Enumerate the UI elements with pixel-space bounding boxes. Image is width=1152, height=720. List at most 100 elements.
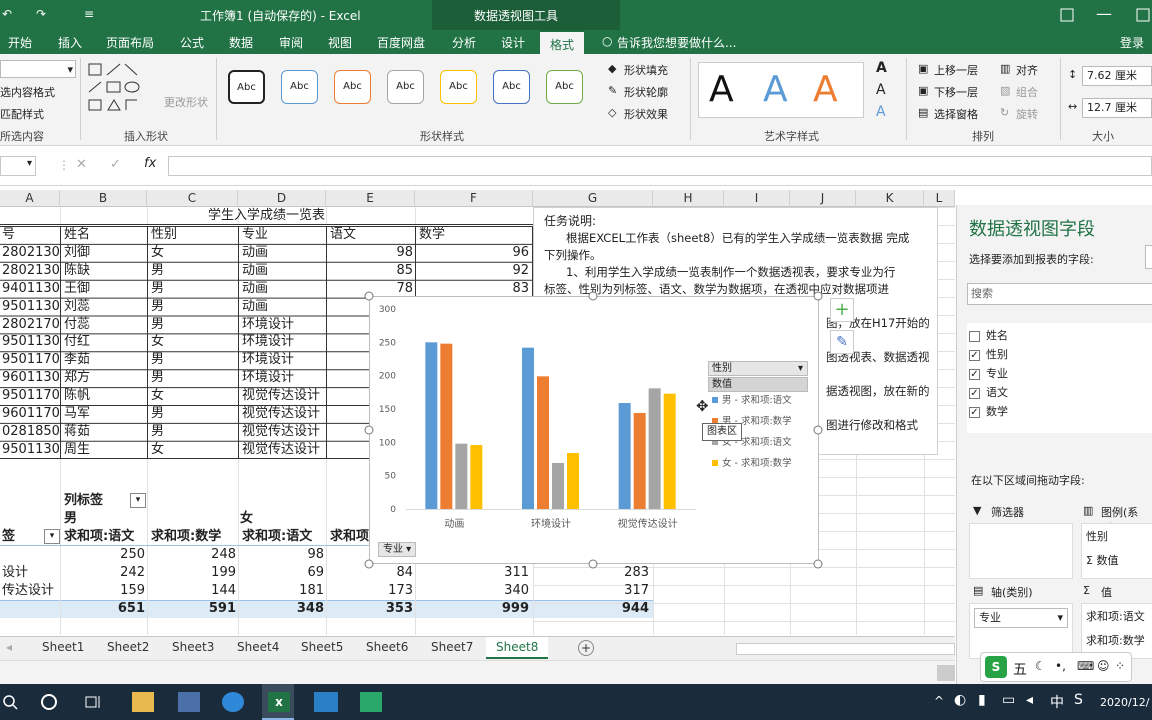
add-sheet-icon[interactable]: +: [578, 640, 594, 656]
wordart-gallery[interactable]: A A A: [698, 62, 864, 118]
col-header-d[interactable]: D: [238, 190, 326, 207]
bring-forward-button[interactable]: 上移一层: [934, 62, 978, 78]
tab-view[interactable]: 视图: [328, 34, 352, 51]
pivot-value-cell[interactable]: 651: [62, 600, 147, 618]
table-cell[interactable]: 95011700: [0, 387, 60, 405]
legend-item-values[interactable]: Σ 数值: [1086, 552, 1118, 568]
table-header-cell[interactable]: 性别: [149, 226, 238, 244]
chart-elements-plus-icon[interactable]: +: [830, 298, 854, 322]
shape-effects-button[interactable]: 形状效果: [624, 106, 668, 122]
pivot-value-cell[interactable]: 242: [62, 564, 147, 582]
col-header-e[interactable]: E: [326, 190, 415, 207]
shape-style-6[interactable]: Abc: [493, 70, 530, 104]
table-cell[interactable]: 男: [149, 298, 238, 316]
sheet-tab-2[interactable]: Sheet2: [107, 640, 149, 654]
scroll-tabs-icon[interactable]: ◂: [6, 640, 12, 654]
punct-icon[interactable]: •,: [1055, 659, 1066, 673]
app-icon-1[interactable]: [314, 692, 338, 712]
group-button[interactable]: 组合: [1016, 84, 1038, 100]
shape-style-5[interactable]: Abc: [440, 70, 477, 104]
app-icon-2[interactable]: [360, 692, 382, 712]
shape-outline-button[interactable]: 形状轮廓: [624, 84, 668, 100]
table-cell[interactable]: 男: [149, 280, 238, 298]
table-cell[interactable]: 96: [417, 244, 531, 262]
pivot-row-label-cell[interactable]: [0, 546, 4, 564]
tray-app-icon[interactable]: ◐: [954, 692, 966, 708]
table-cell[interactable]: 视觉传达设计: [240, 387, 326, 405]
tray-display-icon[interactable]: ▭: [1002, 692, 1015, 708]
legend-drop-area[interactable]: 性别 Σ 数值: [1081, 523, 1152, 579]
col-filter-button[interactable]: ▾: [130, 493, 146, 508]
pivot-value-cell[interactable]: 317: [535, 582, 651, 600]
ime-mode-icon[interactable]: 五: [1013, 659, 1027, 679]
shape-style-4[interactable]: Abc: [387, 70, 424, 104]
undo-icon[interactable]: ↶: [2, 7, 12, 21]
change-shape-button[interactable]: 更改形状: [164, 94, 208, 110]
pane-settings-button[interactable]: [1145, 245, 1152, 269]
tab-page-layout[interactable]: 页面布局: [106, 34, 154, 51]
table-cell[interactable]: 动画: [240, 298, 326, 316]
table-cell[interactable]: 95011306: [0, 298, 60, 316]
table-cell[interactable]: 视觉传达设计: [240, 405, 326, 423]
wordart-style-2[interactable]: A: [763, 69, 788, 110]
pivot-value-cell[interactable]: 353: [328, 600, 415, 618]
table-cell[interactable]: 28021701: [0, 316, 60, 334]
view-normal-icon[interactable]: [937, 665, 955, 681]
text-fill-icon[interactable]: A: [876, 60, 887, 76]
table-cell[interactable]: 96011701: [0, 405, 60, 423]
legend-item-gender[interactable]: 性别: [1086, 528, 1108, 544]
pivot-value-cell[interactable]: 944: [535, 600, 651, 618]
table-cell[interactable]: 男: [149, 423, 238, 441]
table-cell[interactable]: 环境设计: [240, 369, 326, 387]
table-cell[interactable]: 付蕊: [62, 316, 147, 334]
col-header-l[interactable]: L: [924, 190, 955, 207]
table-cell[interactable]: 环境设计: [240, 316, 326, 334]
table-cell[interactable]: 女: [149, 333, 238, 351]
pivot-value-cell[interactable]: 181: [240, 582, 326, 600]
ribbon-display-icon[interactable]: [1060, 8, 1074, 22]
shape-height-input[interactable]: 7.62 厘米: [1082, 66, 1152, 86]
send-backward-button[interactable]: 下移一层: [934, 84, 978, 100]
table-cell[interactable]: 96011303: [0, 369, 60, 387]
chart-styles-brush-icon[interactable]: ✎: [830, 330, 854, 354]
task-view-icon[interactable]: [84, 693, 102, 711]
sign-in-link[interactable]: 登录: [1120, 34, 1144, 51]
table-cell[interactable]: 马军: [62, 405, 147, 423]
redo-icon[interactable]: ↷: [36, 7, 46, 21]
ime-toolbar[interactable]: S 五 ☾ •, ⌨ ☺ ⁘: [980, 652, 1132, 682]
field-checkbox[interactable]: ✓: [969, 406, 980, 418]
enter-icon[interactable]: ✓: [110, 157, 121, 172]
table-cell[interactable]: 男: [149, 369, 238, 387]
tab-baidu[interactable]: 百度网盘: [377, 34, 425, 51]
table-header-cell[interactable]: 数学: [417, 226, 531, 244]
table-cell[interactable]: 02818501: [0, 423, 60, 441]
col-header-k[interactable]: K: [856, 190, 924, 207]
field-item[interactable]: ✓ 语文: [969, 384, 1008, 402]
col-header-g[interactable]: G: [533, 190, 653, 207]
col-header-a[interactable]: A: [0, 190, 60, 207]
table-cell[interactable]: 男: [149, 262, 238, 280]
tab-review[interactable]: 审阅: [279, 34, 303, 51]
tray-volume-icon[interactable]: ◂: [1026, 692, 1033, 708]
table-cell[interactable]: 女: [149, 387, 238, 405]
sheet-tab-1[interactable]: Sheet1: [42, 640, 84, 654]
tab-insert[interactable]: 插入: [58, 34, 82, 51]
table-cell[interactable]: 女: [149, 441, 238, 459]
axis-item-major[interactable]: 专业 ▾: [974, 608, 1068, 628]
grid-menu-icon[interactable]: ⁘: [1115, 659, 1125, 673]
cortana-icon[interactable]: [40, 693, 58, 711]
table-cell[interactable]: 92: [417, 262, 531, 280]
sheet-tab-8[interactable]: Sheet8: [486, 637, 549, 659]
shapes-gallery[interactable]: [87, 62, 163, 118]
taskbar-date[interactable]: 2020/12/: [1100, 696, 1149, 709]
pivot-row-label-cell[interactable]: 设计: [0, 564, 30, 582]
chart-elements-select[interactable]: ▾: [0, 60, 76, 78]
table-cell[interactable]: 女: [149, 244, 238, 262]
tray-network-icon[interactable]: ▮: [978, 692, 986, 708]
field-item[interactable]: 姓名: [969, 327, 1008, 345]
table-cell[interactable]: 28021301: [0, 262, 60, 280]
store-icon[interactable]: [178, 692, 200, 712]
search-icon[interactable]: [2, 694, 18, 710]
col-header-i[interactable]: I: [724, 190, 790, 207]
cancel-icon[interactable]: ✕: [76, 157, 87, 172]
